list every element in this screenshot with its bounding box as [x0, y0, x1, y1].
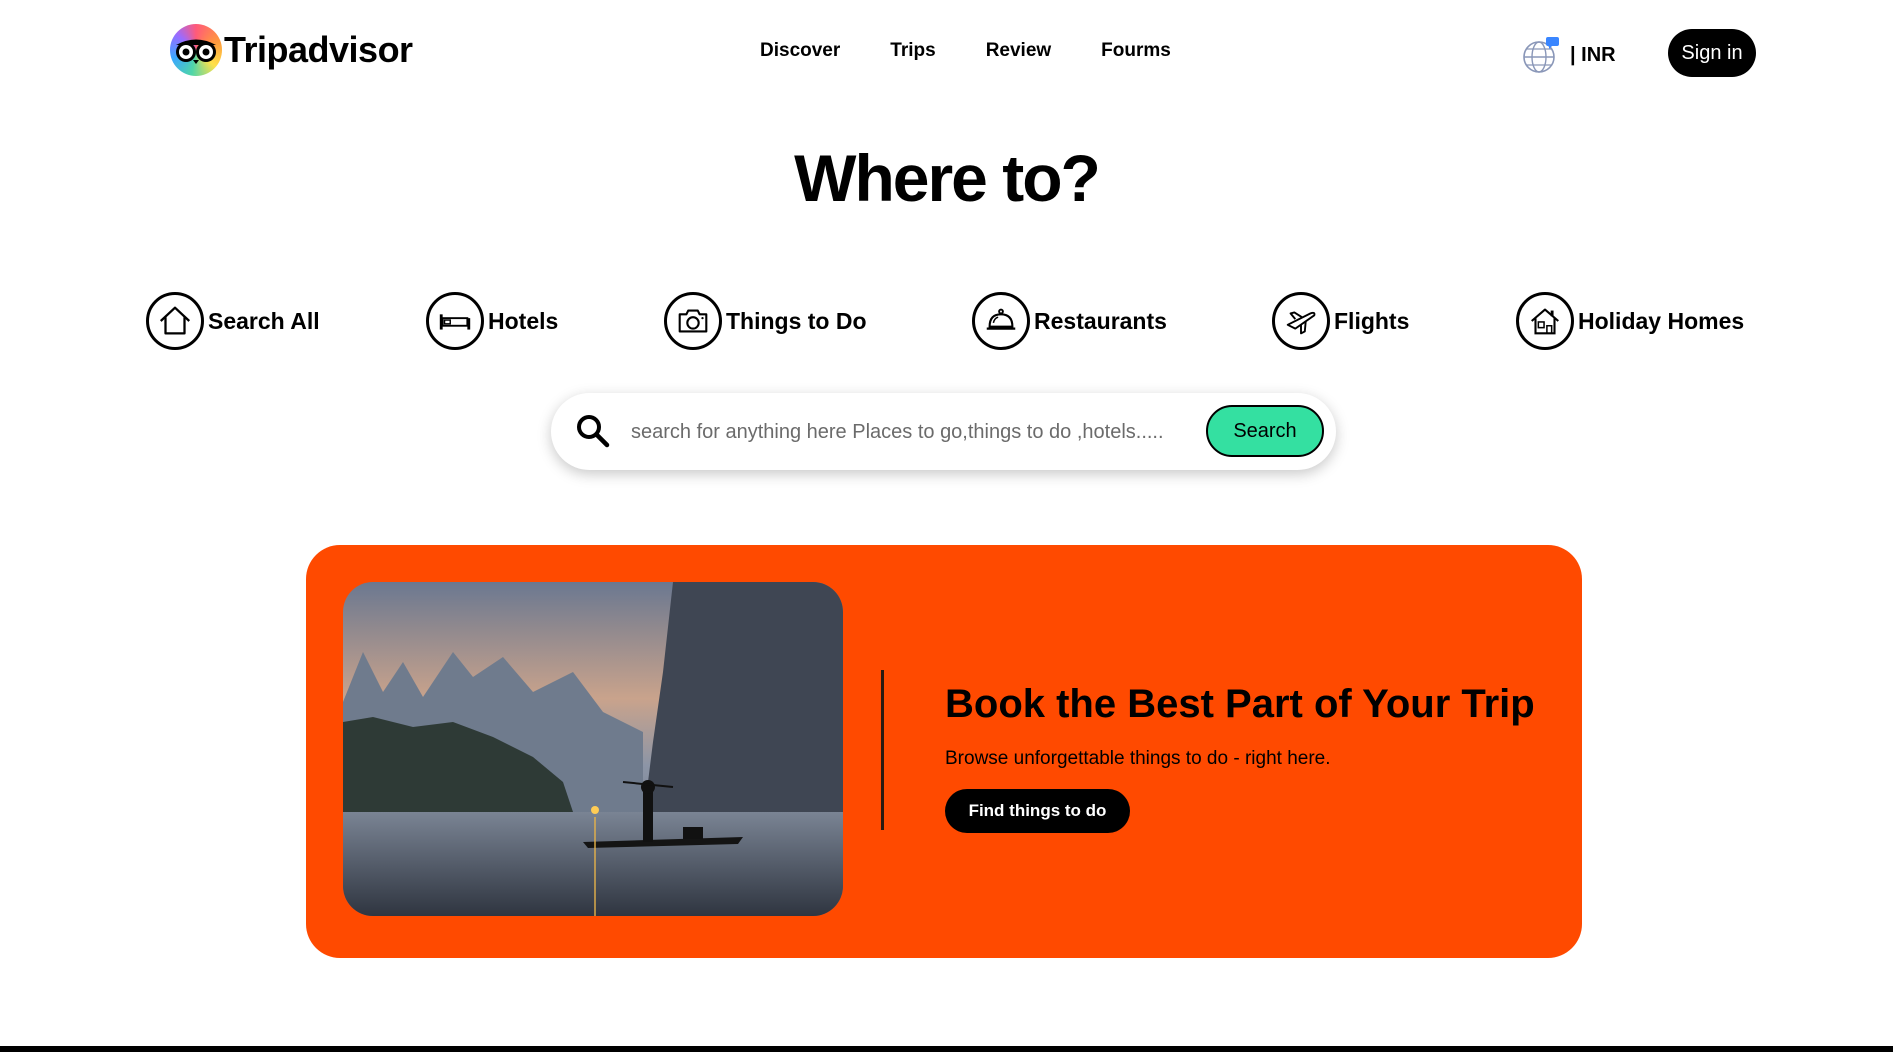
footer-edge	[0, 1046, 1893, 1052]
promo-banner: Book the Best Part of Your Trip Browse u…	[306, 545, 1582, 958]
tab-label: Things to Do	[726, 307, 867, 334]
search-input[interactable]	[631, 413, 1171, 451]
tab-label: Holiday Homes	[1578, 307, 1745, 334]
globe-icon	[1523, 37, 1559, 73]
promo-divider	[881, 670, 884, 830]
promo-title: Book the Best Part of Your Trip	[945, 682, 1535, 726]
find-things-button[interactable]: Find things to do	[945, 789, 1130, 833]
tab-label: Restaurants	[1034, 307, 1167, 334]
tab-restaurants[interactable]: Restaurants	[972, 292, 1167, 350]
currency-selector[interactable]: | INR	[1522, 36, 1616, 74]
sign-in-button[interactable]: Sign in	[1668, 29, 1756, 77]
main-nav: Discover Trips Review Fourms	[760, 40, 1171, 62]
search-bar: Search	[551, 393, 1336, 470]
search-icon	[577, 415, 610, 448]
tab-holiday-homes[interactable]: Holiday Homes	[1516, 292, 1744, 350]
site-header: Tripadvisor Discover Trips Review Fourms…	[0, 0, 1893, 105]
nav-discover[interactable]: Discover	[760, 40, 840, 62]
tab-things-to-do[interactable]: Things to Do	[664, 292, 867, 350]
tripadvisor-logo[interactable]: Tripadvisor	[170, 24, 413, 76]
nav-forums[interactable]: Fourms	[1101, 40, 1171, 62]
home-icon	[146, 292, 204, 350]
page-title: Where to?	[794, 141, 1101, 215]
bed-icon	[426, 292, 484, 350]
tab-label: Flights	[1334, 307, 1410, 334]
currency-label: | INR	[1570, 43, 1616, 66]
tab-label: Hotels	[488, 307, 559, 334]
tab-label: Search All	[208, 307, 320, 334]
promo-subtitle: Browse unforgettable things to do - righ…	[945, 748, 1331, 769]
tab-hotels[interactable]: Hotels	[426, 292, 558, 350]
nav-trips[interactable]: Trips	[890, 40, 935, 62]
category-tabs: Search All Hotels Things to Do Restauran…	[146, 292, 1746, 352]
tab-search-all[interactable]: Search All	[146, 292, 320, 350]
plane-icon	[1272, 292, 1330, 350]
cloche-icon	[972, 292, 1030, 350]
house-icon	[1516, 292, 1574, 350]
nav-review[interactable]: Review	[986, 40, 1051, 62]
promo-image	[343, 582, 843, 916]
search-button[interactable]: Search	[1206, 405, 1324, 457]
camera-icon	[664, 292, 722, 350]
tab-flights[interactable]: Flights	[1272, 292, 1409, 350]
brand-name: Tripadvisor	[224, 29, 413, 70]
owl-logo-icon	[170, 24, 222, 76]
